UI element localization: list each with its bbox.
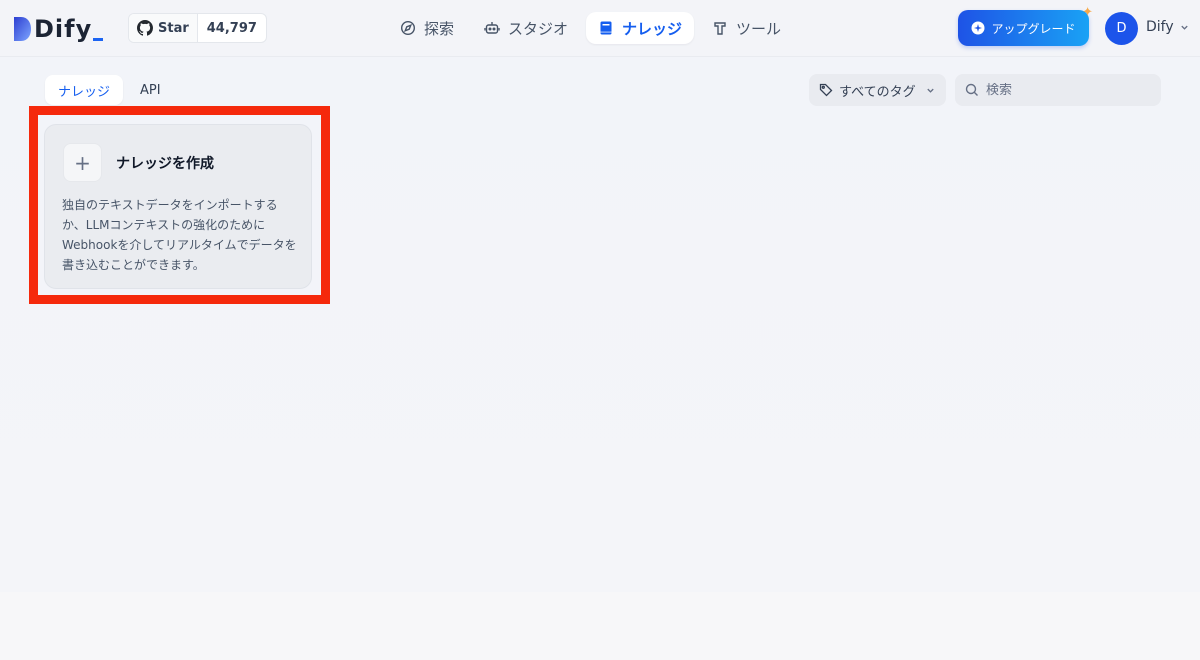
- sparkle-icon: ✦: [1082, 5, 1093, 20]
- knowledge-tabs: ナレッジ API: [45, 75, 174, 105]
- book-icon: [600, 21, 612, 35]
- plus-icon: +: [63, 143, 102, 182]
- nav-tools-label: ツール: [736, 19, 782, 38]
- github-icon: [137, 20, 153, 36]
- compass-icon: [400, 20, 416, 36]
- chevron-down-icon: [926, 88, 934, 93]
- dify-logo[interactable]: Dify: [12, 13, 104, 45]
- upgrade-icon: [971, 21, 985, 35]
- upgrade-label: アップグレード: [991, 21, 1076, 36]
- top-header: Dify Star 44,797 探索 スタジオ ナレッジ ツール アップグレー…: [0, 0, 1200, 57]
- nav-knowledge[interactable]: ナレッジ: [586, 12, 695, 44]
- account-name: Dify: [1146, 19, 1174, 35]
- chevron-down-icon: [1180, 25, 1188, 30]
- github-star-button[interactable]: Star 44,797: [128, 13, 267, 43]
- create-knowledge-card[interactable]: + ナレッジを作成 独自のテキストデータをインポートするか、LLMコンテキストの…: [44, 124, 312, 289]
- tab-knowledge[interactable]: ナレッジ: [45, 75, 124, 105]
- account-menu[interactable]: Dify: [1146, 19, 1189, 35]
- github-star-count: 44,797: [206, 20, 257, 36]
- footer-strip: [0, 592, 1200, 660]
- logo-underscore: [93, 37, 104, 41]
- page: Dify Star 44,797 探索 スタジオ ナレッジ ツール アップグレー…: [0, 0, 1200, 660]
- github-star-label: Star: [158, 20, 189, 36]
- tag-filter-label: すべてのタグ: [839, 84, 916, 100]
- dify-logo-icon: [14, 17, 31, 41]
- logo-text: Dify: [34, 15, 93, 43]
- tag-filter-dropdown[interactable]: すべてのタグ: [809, 74, 946, 106]
- create-knowledge-title: ナレッジを作成: [116, 156, 214, 172]
- nav-studio[interactable]: スタジオ: [472, 12, 580, 44]
- avatar[interactable]: D: [1105, 12, 1138, 45]
- nav-explore-label: 探索: [424, 19, 455, 38]
- nav-knowledge-label: ナレッジ: [622, 19, 683, 38]
- robot-icon: [484, 22, 500, 34]
- search-box: [955, 74, 1161, 106]
- main-nav: 探索 スタジオ ナレッジ ツール: [388, 12, 793, 44]
- github-star-label-area: Star: [129, 14, 198, 42]
- nav-studio-label: スタジオ: [508, 19, 569, 38]
- tag-icon: [819, 83, 833, 97]
- upgrade-button[interactable]: アップグレード ✦: [958, 5, 1093, 46]
- search-input[interactable]: [986, 82, 1146, 98]
- search-icon: [965, 83, 978, 96]
- nav-tools[interactable]: ツール: [700, 12, 793, 44]
- create-knowledge-description: 独自のテキストデータをインポートするか、LLMコンテキストの強化のためにWebh…: [62, 198, 297, 272]
- tab-api[interactable]: API: [127, 75, 174, 105]
- nav-explore[interactable]: 探索: [388, 12, 466, 44]
- hammer-icon: [714, 22, 726, 35]
